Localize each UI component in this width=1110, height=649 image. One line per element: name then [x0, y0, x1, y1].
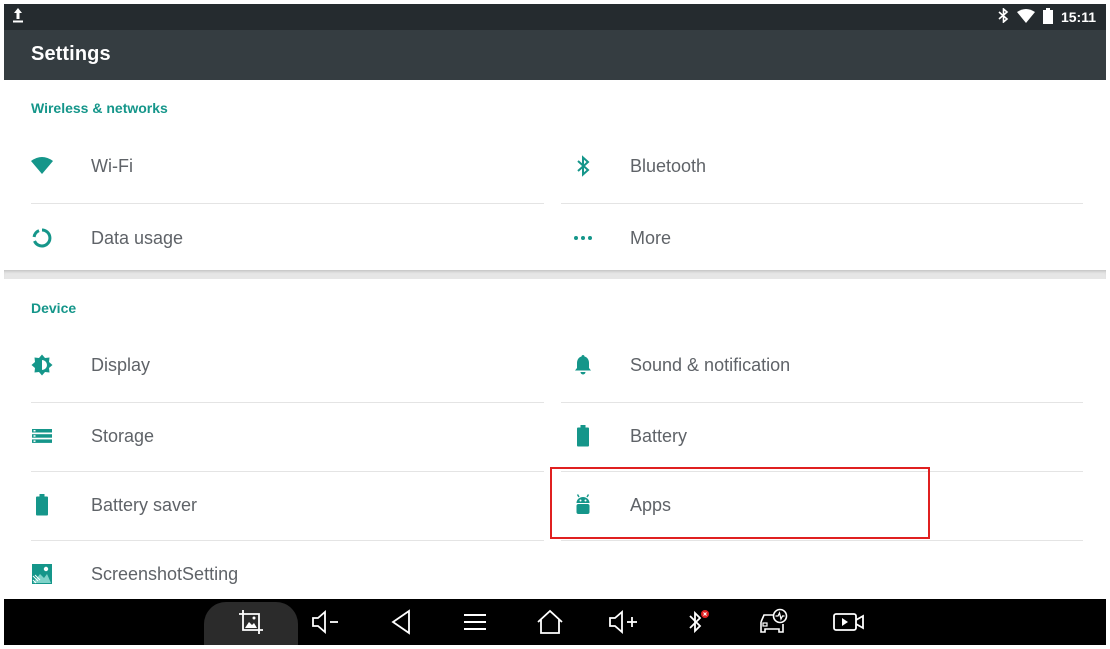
screenshot-icon — [239, 610, 263, 634]
storage-icon — [30, 424, 54, 448]
highlight-box — [550, 467, 930, 539]
battery-icon — [571, 424, 595, 448]
navigation-bar — [4, 599, 1106, 645]
settings-item-label: Battery — [630, 426, 688, 446]
clock-time: 15:11 — [1060, 9, 1096, 25]
bluetooth-alert-icon — [689, 610, 709, 634]
settings-item-battery-saver[interactable]: Battery saver — [4, 471, 544, 539]
settings-item-label: Wi-Fi — [91, 156, 133, 176]
menu-icon — [464, 614, 486, 630]
volume-down-button[interactable] — [302, 599, 352, 645]
section-header-device: Device — [31, 300, 77, 316]
volume-up-icon — [609, 610, 637, 634]
upload-icon — [12, 7, 24, 28]
settings-item-label: ScreenshotSetting — [91, 564, 239, 584]
settings-item-label: Data usage — [91, 228, 184, 248]
back-icon — [391, 609, 410, 635]
screen-record-button[interactable] — [824, 599, 874, 645]
android-screen: 15:11 Settings Wireless & networks Wi-Fi… — [4, 4, 1106, 645]
settings-item-label: Bluetooth — [630, 156, 707, 176]
section-divider — [4, 270, 1106, 279]
settings-item-more[interactable]: More — [561, 204, 1083, 272]
wifi-icon — [1016, 8, 1035, 26]
settings-item-label: Battery saver — [91, 495, 198, 515]
screen-record-icon — [833, 613, 864, 631]
settings-item-bluetooth[interactable]: Bluetooth — [561, 132, 1083, 200]
more-icon — [571, 226, 595, 250]
volume-up-button[interactable] — [600, 599, 650, 645]
bluetooth-icon — [571, 154, 595, 178]
settings-item-label: Display — [91, 355, 151, 375]
home-button[interactable] — [525, 599, 575, 645]
data-usage-icon — [30, 226, 54, 250]
bluetooth-button[interactable] — [674, 599, 724, 645]
settings-item-label: Sound & notification — [630, 355, 791, 375]
battery-icon — [1042, 7, 1053, 27]
brightness-icon — [30, 353, 54, 377]
settings-list: Wireless & networks Wi-Fi Bluetooth Data… — [4, 80, 1106, 599]
volume-down-icon — [312, 610, 338, 634]
settings-item-label: More — [630, 228, 672, 248]
settings-item-screenshot-setting[interactable]: ScreenshotSetting — [4, 540, 544, 608]
settings-item-sound[interactable]: Sound & notification — [561, 331, 1083, 399]
settings-item-storage[interactable]: Storage — [4, 402, 544, 470]
section-header-wireless: Wireless & networks — [31, 100, 168, 116]
bell-icon — [571, 353, 595, 377]
action-bar: Settings — [4, 30, 1106, 80]
settings-item-wifi[interactable]: Wi-Fi — [4, 132, 544, 200]
back-button[interactable] — [376, 599, 426, 645]
settings-item-battery[interactable]: Battery — [561, 402, 1083, 470]
screenshot-setting-icon — [30, 562, 54, 586]
menu-button[interactable] — [450, 599, 500, 645]
status-bar: 15:11 — [4, 4, 1106, 30]
settings-item-display[interactable]: Display — [4, 331, 544, 399]
battery-saver-icon — [30, 493, 54, 517]
page-title: Settings — [31, 43, 111, 65]
divider — [561, 540, 1083, 541]
settings-item-label: Storage — [91, 426, 155, 446]
car-diagnostic-icon — [760, 608, 788, 633]
home-icon — [537, 609, 563, 634]
settings-item-data-usage[interactable]: Data usage — [4, 204, 544, 272]
screenshot-button[interactable] — [226, 599, 276, 645]
car-diagnostic-button[interactable] — [748, 599, 798, 645]
wifi-icon — [30, 154, 54, 178]
bluetooth-icon — [998, 7, 1009, 26]
